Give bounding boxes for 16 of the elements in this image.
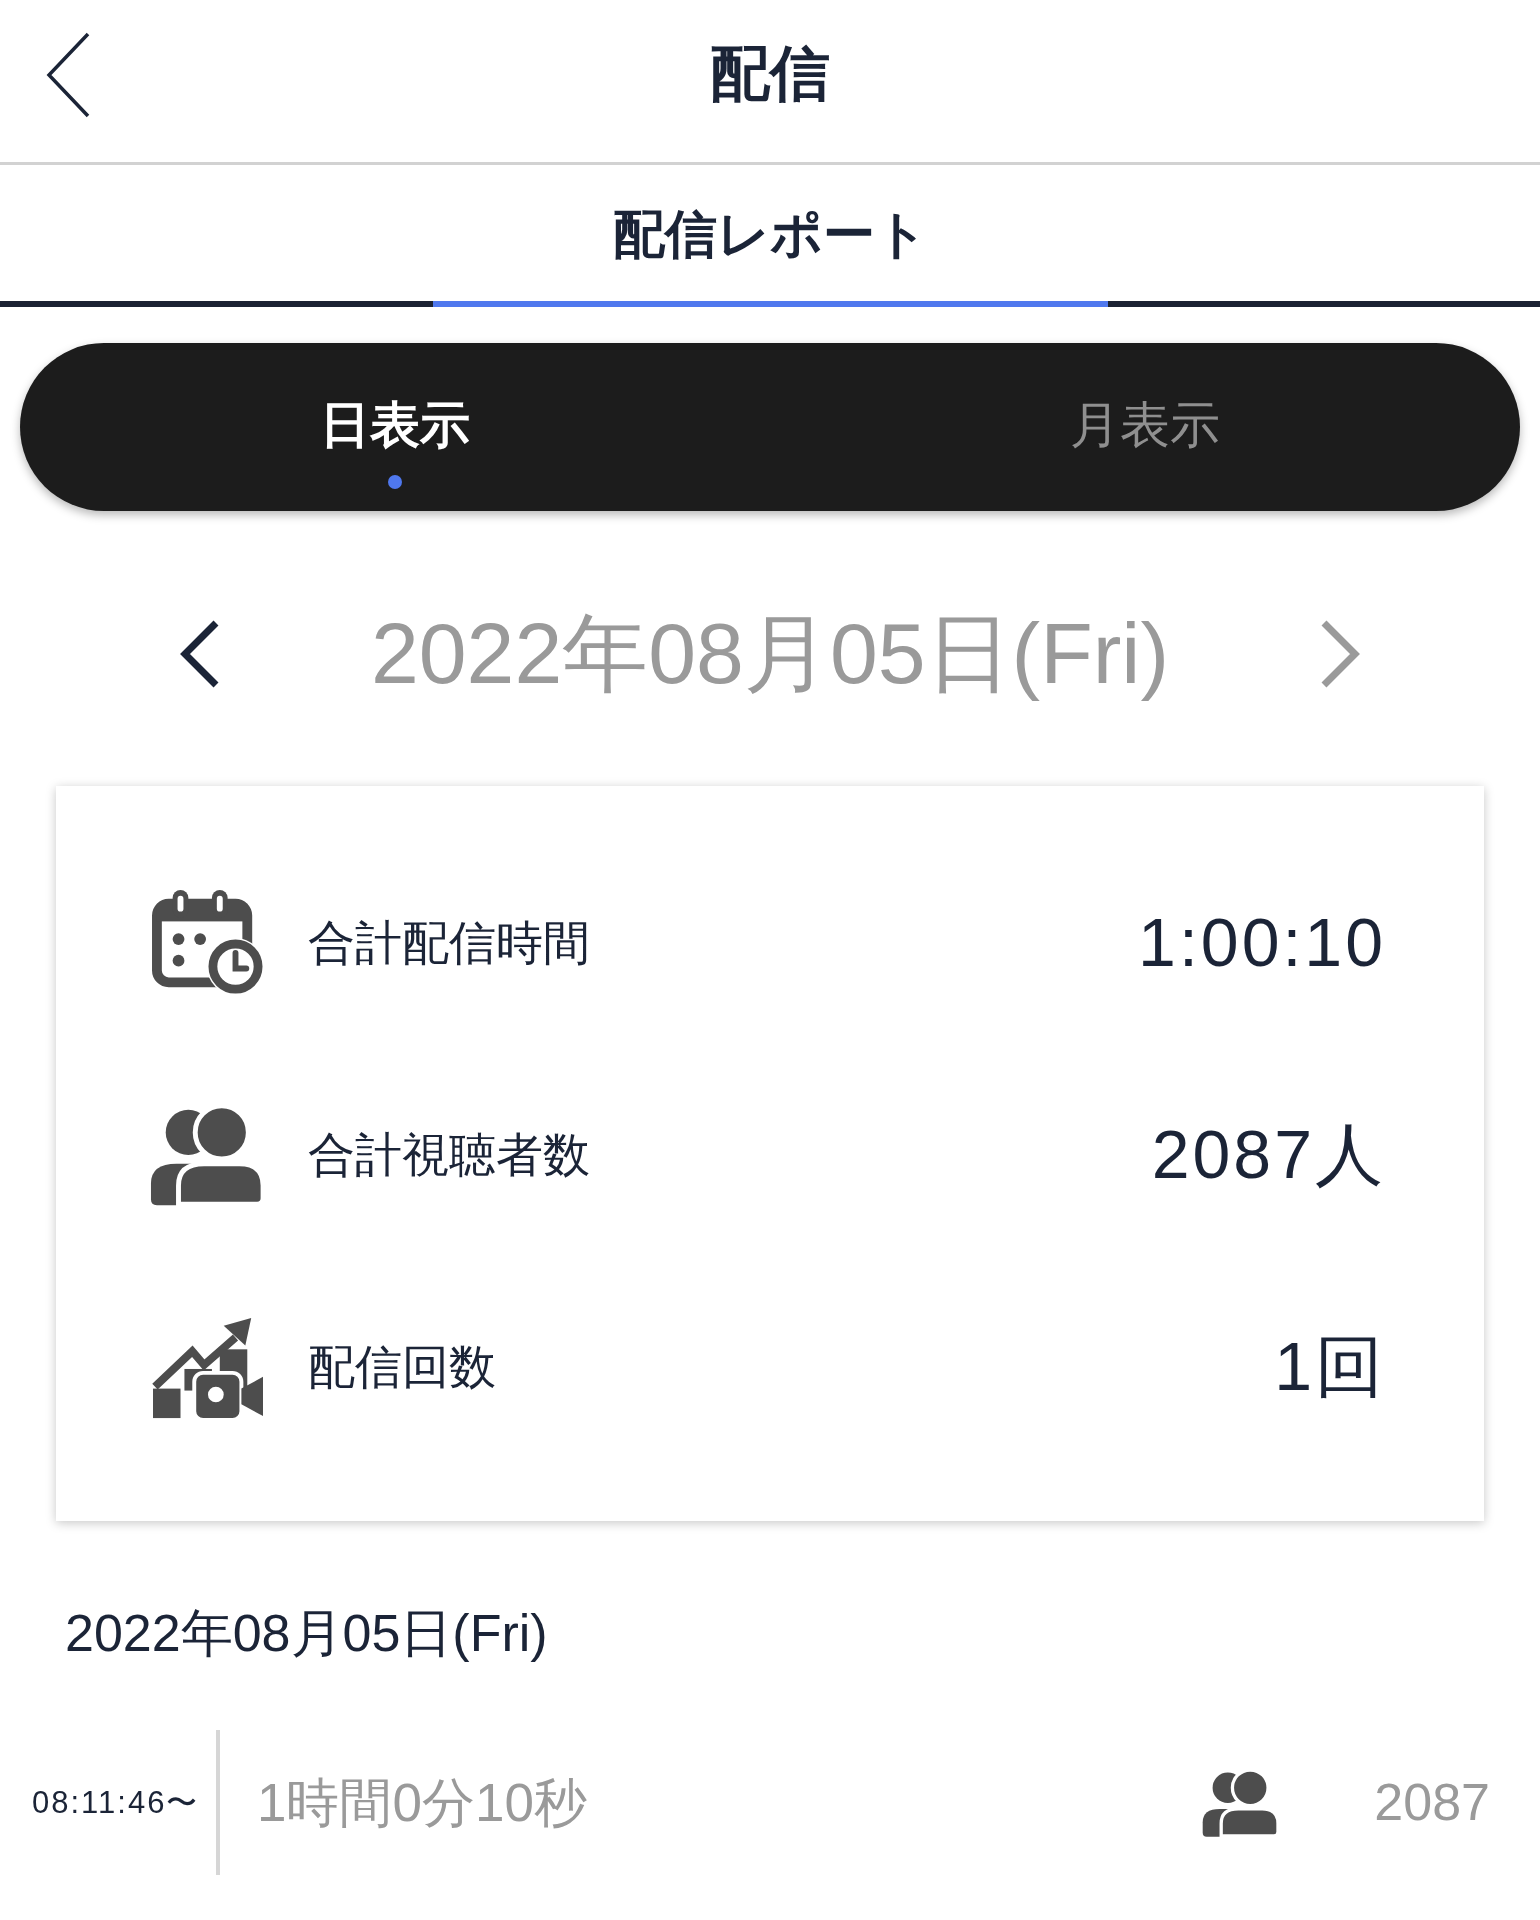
- stat-value: 1回: [1274, 1327, 1386, 1407]
- stat-value: 2087人: [1151, 1115, 1386, 1195]
- stat-label: 合計配信時間: [308, 914, 590, 971]
- indicator-dot-icon: [388, 475, 402, 489]
- view-toggle-option[interactable]: 月表示: [770, 343, 1520, 511]
- session-date: 2022年08月05日(Fri): [65, 1603, 548, 1664]
- duration: 1時間0分10秒: [257, 1771, 587, 1834]
- view-toggle-option[interactable]: 日表示: [20, 343, 770, 511]
- viewer-count: 2087: [1374, 1772, 1490, 1834]
- selected-date: 2022年08月05日(Fri): [370, 604, 1170, 704]
- stat-value: 1:00:10: [1138, 903, 1386, 983]
- page-title: 配信: [710, 39, 830, 109]
- stat-label: 配信回数: [308, 1338, 496, 1395]
- stat-label: 合計視聴者数: [308, 1126, 590, 1183]
- tab[interactable]: 配信レポート: [432, 165, 1108, 307]
- start-time: 08:11:46〜: [32, 1783, 200, 1822]
